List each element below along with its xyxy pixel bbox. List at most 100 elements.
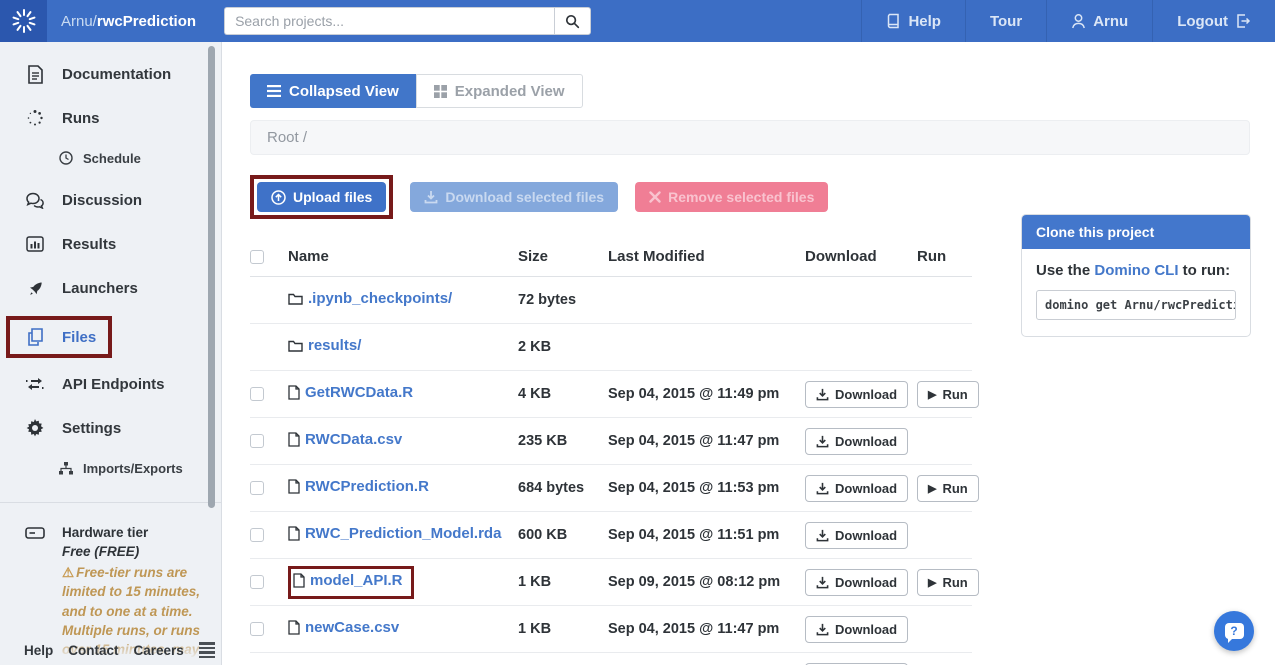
file-modified: Sep 04, 2015 @ 11:51 pm	[608, 527, 805, 543]
file-link[interactable]: GetRWCData.R	[288, 384, 413, 401]
tab-expanded-label: Expanded View	[455, 83, 565, 100]
file-link[interactable]: .ipynb_checkpoints/	[288, 290, 452, 307]
file-link[interactable]: RWC_Prediction_Model.rda	[288, 525, 501, 542]
files-icon	[22, 328, 48, 346]
sidebar-item-api-endpoints[interactable]: API Endpoints	[0, 368, 221, 400]
search-input[interactable]	[224, 7, 554, 35]
sidebar-label: Imports/Exports	[83, 461, 183, 476]
file-link[interactable]: newCase.csv	[288, 619, 399, 636]
file-link[interactable]: RWCData.csv	[288, 431, 402, 448]
help-nav-button[interactable]: Help	[861, 0, 965, 42]
help-chat-button[interactable]: ?	[1214, 611, 1254, 651]
download-button[interactable]: Download	[805, 616, 908, 643]
sidebar-item-discussion[interactable]: Discussion	[0, 184, 221, 216]
row-checkbox[interactable]	[250, 622, 264, 636]
download-selected-button[interactable]: Download selected files	[410, 182, 618, 212]
download-button-label: Download	[835, 575, 897, 590]
domino-cli-link[interactable]: Domino CLI	[1094, 262, 1178, 279]
download-button[interactable]: Download	[805, 428, 908, 455]
table-row: model_API.R 1 KB Sep 09, 2015 @ 08:12 pm…	[250, 559, 972, 606]
sidebar-divider	[0, 502, 221, 503]
sidebar-item-settings[interactable]: Settings	[0, 412, 221, 444]
row-checkbox[interactable]	[250, 387, 264, 401]
download-button[interactable]: Download	[805, 569, 908, 596]
table-row: rank.rda 94 bytes Sep 04, 2015 @ 11:47 p…	[250, 653, 972, 665]
list-view-icon	[267, 85, 281, 97]
download-icon	[816, 529, 829, 542]
user-nav-button[interactable]: Arnu	[1046, 0, 1152, 42]
download-button[interactable]: Download	[805, 522, 908, 549]
upload-files-label: Upload files	[293, 189, 372, 205]
hardware-tier-block: Hardware tier Free (FREE) ⚠Free-tier run…	[0, 523, 221, 659]
sidebar-label: Documentation	[62, 66, 171, 83]
remove-selected-label: Remove selected files	[668, 189, 814, 205]
file-size: 72 bytes	[518, 292, 608, 308]
file-icon	[293, 573, 305, 588]
breadcrumb: Root /	[250, 120, 1250, 155]
help-book-icon	[886, 13, 901, 29]
logout-nav-button[interactable]: Logout	[1152, 0, 1275, 42]
sidebar-item-schedule[interactable]: Schedule	[0, 146, 221, 170]
sidebar-item-files[interactable]: Files	[10, 321, 108, 353]
file-name-wrap: RWC_Prediction_Model.rda	[288, 525, 501, 546]
select-all-checkbox[interactable]	[250, 250, 264, 264]
sidebar-label: Results	[62, 236, 116, 253]
sidebar-item-documentation[interactable]: Documentation	[0, 58, 221, 90]
sidebar-item-runs[interactable]: Runs	[0, 102, 221, 134]
download-button[interactable]: Download	[805, 381, 908, 408]
footer-careers-link[interactable]: Careers	[134, 643, 184, 658]
download-button[interactable]: Download	[805, 475, 908, 502]
row-checkbox[interactable]	[250, 434, 264, 448]
search-icon	[565, 14, 580, 29]
clone-command[interactable]: domino get Arnu/rwcPredicti	[1036, 290, 1236, 320]
file-name-wrap: RWCData.csv	[288, 431, 402, 452]
download-icon	[816, 482, 829, 495]
tab-collapsed-view[interactable]: Collapsed View	[250, 74, 416, 108]
spiral-logo-icon	[11, 8, 37, 34]
row-checkbox[interactable]	[250, 481, 264, 495]
breadcrumb-root[interactable]: Root /	[267, 129, 307, 146]
upload-icon	[271, 190, 286, 205]
run-play-icon: ▶	[928, 576, 936, 589]
row-checkbox[interactable]	[250, 575, 264, 589]
upload-files-button[interactable]: Upload files	[257, 182, 386, 212]
download-icon	[816, 623, 829, 636]
run-button[interactable]: ▶ Run	[917, 569, 979, 596]
domino-logo[interactable]	[0, 0, 47, 42]
file-icon	[288, 526, 300, 541]
file-link[interactable]: model_API.R	[293, 572, 403, 589]
footer-contact-link[interactable]: Contact	[68, 643, 118, 658]
file-link[interactable]: results/	[288, 337, 361, 354]
tab-expanded-view[interactable]: Expanded View	[416, 74, 583, 108]
clock-icon	[57, 151, 75, 165]
file-modified: Sep 04, 2015 @ 11:47 pm	[608, 621, 805, 637]
sidebar-item-results[interactable]: Results	[0, 228, 221, 260]
annotation-box-files: Files	[6, 316, 112, 358]
run-button[interactable]: ▶ Run	[917, 381, 979, 408]
row-checkbox[interactable]	[250, 528, 264, 542]
header-last-modified: Last Modified	[608, 248, 805, 265]
footer-menu-icon[interactable]	[199, 642, 215, 658]
main-content: Collapsed View Expanded View Root / Uplo…	[222, 42, 1275, 665]
header-run: Run	[917, 248, 972, 265]
run-button[interactable]: ▶ Run	[917, 475, 979, 502]
sidebar-scrollbar[interactable]	[208, 46, 215, 508]
download-button-label: Download	[835, 528, 897, 543]
grid-view-icon	[434, 85, 447, 98]
footer-help-link[interactable]: Help	[24, 643, 53, 658]
user-nav-label: Arnu	[1093, 13, 1128, 30]
run-button-label: Run	[942, 481, 967, 496]
download-icon	[816, 576, 829, 589]
file-link[interactable]: RWCPrediction.R	[288, 478, 429, 495]
download-button-label: Download	[835, 481, 897, 496]
file-icon	[288, 479, 300, 494]
table-row: results/ 2 KB	[250, 324, 972, 371]
tour-nav-button[interactable]: Tour	[965, 0, 1046, 42]
remove-selected-button[interactable]: Remove selected files	[635, 182, 828, 212]
sidebar-item-launchers[interactable]: Launchers	[0, 272, 221, 304]
file-name-wrap: model_API.R	[288, 566, 414, 599]
sidebar-footer: Help Contact Careers	[24, 642, 204, 658]
search-button[interactable]	[554, 7, 591, 35]
sidebar-item-imports-exports[interactable]: Imports/Exports	[0, 456, 221, 480]
project-breadcrumb[interactable]: Arnu/rwcPrediction	[61, 13, 196, 30]
